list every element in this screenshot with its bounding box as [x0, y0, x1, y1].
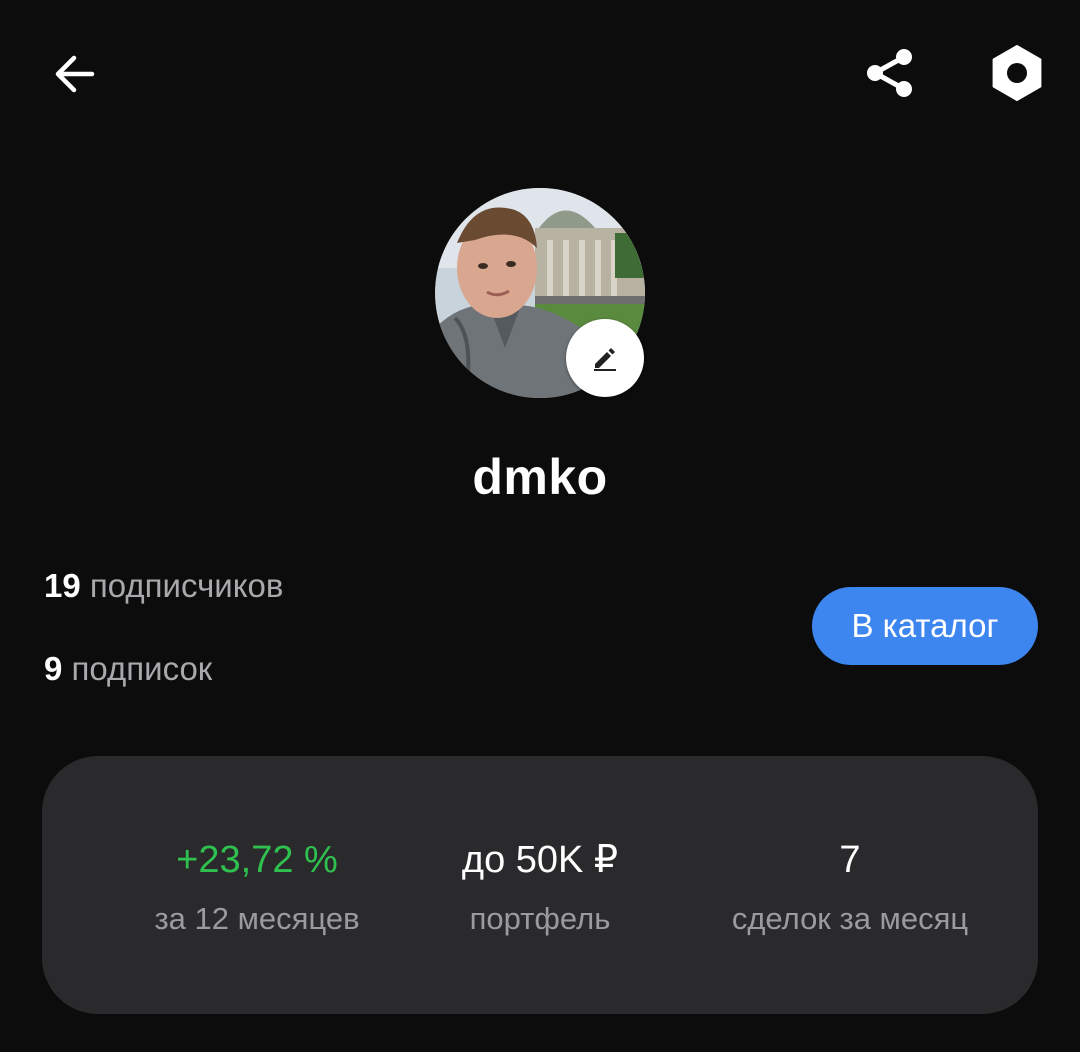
catalog-button[interactable]: В каталог	[812, 587, 1038, 665]
share-icon	[867, 49, 912, 97]
arrow-left-icon	[55, 55, 95, 93]
stat-portfolio: до 50K ₽ портфель	[372, 756, 708, 1014]
deals-caption: сделок за месяц	[731, 901, 969, 936]
following-link[interactable]: 9 подписок	[44, 649, 212, 689]
settings-button[interactable]	[986, 42, 1048, 104]
deals-value: 7	[839, 839, 861, 881]
stat-deals: 7 сделок за месяц	[682, 756, 1018, 1014]
avatar-container	[435, 188, 645, 398]
followers-count: 19	[44, 567, 81, 604]
share-button[interactable]	[858, 42, 920, 104]
portfolio-value: до 50K ₽	[461, 839, 619, 881]
stats-card: +23,72 % за 12 месяцев до 50K ₽ портфель…	[42, 756, 1038, 1014]
username: dmko	[472, 449, 608, 505]
edit-avatar-button[interactable]	[566, 319, 644, 397]
following-count: 9	[44, 650, 63, 687]
followers-label: подписчиков	[89, 567, 284, 604]
following-label: подписок	[71, 650, 213, 687]
followers-link[interactable]: 19 подписчиков	[44, 566, 283, 606]
pencil-icon	[594, 348, 616, 371]
portfolio-caption: портфель	[469, 901, 611, 936]
hexagon-settings-icon	[992, 45, 1042, 101]
back-button[interactable]	[44, 44, 104, 104]
